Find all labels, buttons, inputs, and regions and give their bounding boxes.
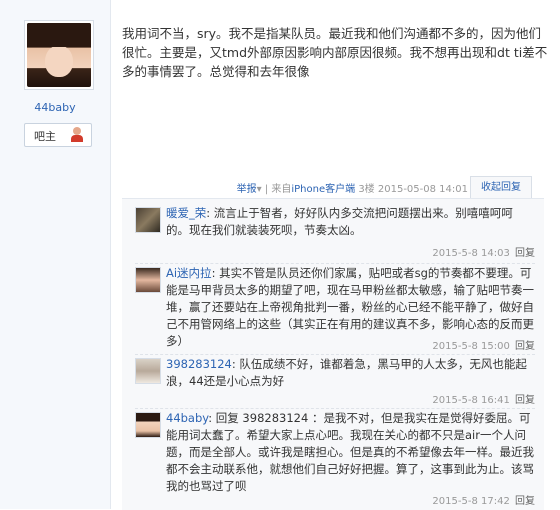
from-prefix: | 来自 xyxy=(264,184,292,195)
moderator-badge: 吧主 xyxy=(24,123,92,147)
comment-text: 其实不管是队员还你们家属，贴吧或者sg的节奏都不要理。可能是马甲背员太多的期望了… xyxy=(166,266,534,348)
comment-time: 2015-5-8 15:00 xyxy=(432,341,510,352)
comment-body: 44baby: 回复 398283124 ：是我不对，但是我实在是觉得好委屈。可… xyxy=(166,411,534,493)
comment-author-link[interactable]: 398283124 xyxy=(166,357,232,371)
moderator-icon xyxy=(70,127,84,142)
comment-author-link[interactable]: 暖爱_荣 xyxy=(166,206,206,220)
comment-footer: 2015-5-8 17:42 回复 xyxy=(432,492,535,507)
comment-footer: 2015-5-8 16:41 回复 xyxy=(432,391,535,406)
comment-item: 398283124: 队伍成绩不好，谁都着急，黑马甲的人太多，无风也能起浪，44… xyxy=(135,354,535,409)
comment-body: 398283124: 队伍成绩不好，谁都着急，黑马甲的人太多，无风也能起浪，44… xyxy=(166,357,527,388)
comment-text: 回复 398283124 ：是我不对，但是我实在是觉得好委屈。可能用词太蠢了。希… xyxy=(166,411,534,493)
comment-body: 暖爱_荣: 流言止于智者，好好队内多交流把问题摆出来。别嘻嘻呵呵的。现在我们就装… xyxy=(166,206,513,237)
post-datetime: 2015-05-08 14:01 xyxy=(377,184,468,195)
post-content: 我用词不当，sry。我不是指某队员。最近我和他们沟通都不多的，因为他们很忙。主要… xyxy=(122,26,548,79)
comment-avatar[interactable] xyxy=(135,267,161,293)
comment-author-link[interactable]: Ai迷内拉 xyxy=(166,266,212,280)
comment-footer: 2015-5-8 15:00 回复 xyxy=(432,337,535,352)
author-avatar[interactable] xyxy=(24,20,94,90)
comment-item: 44baby: 回复 398283124 ：是我不对，但是我实在是觉得好委屈。可… xyxy=(135,408,535,508)
avatar-image xyxy=(27,23,91,87)
comment-text: 流言止于智者，好好队内多交流把问题摆出来。别嘻嘻呵呵的。现在我们就装装死呗，节奏… xyxy=(166,206,513,237)
report-link[interactable]: 举报 xyxy=(237,184,257,195)
comment-reply-link[interactable]: 回复 xyxy=(515,395,535,406)
comment-reply-link[interactable]: 回复 xyxy=(515,248,535,259)
post-tail: 举报▾ | 来自iPhone客户端 3楼 2015-05-08 14:01 收起… xyxy=(122,176,550,199)
comment-time: 2015-5-8 14:03 xyxy=(432,248,510,259)
post-meta: 举报▾ | 来自iPhone客户端 3楼 2015-05-08 14:01 xyxy=(237,180,468,195)
comment-item: 暖爱_荣: 流言止于智者，好好队内多交流把问题摆出来。别嘻嘻呵呵的。现在我们就装… xyxy=(135,203,535,264)
comment-footer: 2015-5-8 14:03 回复 xyxy=(432,244,535,259)
comment-item: Ai迷内拉: 其实不管是队员还你们家属，贴吧或者sg的节奏都不要理。可能是马甲背… xyxy=(135,263,535,355)
comment-list: 暖爱_荣: 流言止于智者，好好队内多交流把问题摆出来。别嘻嘻呵呵的。现在我们就装… xyxy=(122,198,544,510)
comment-avatar[interactable] xyxy=(135,412,161,438)
badge-label: 吧主 xyxy=(34,130,56,143)
collapse-replies-button[interactable]: 收起回复 xyxy=(470,176,532,199)
comment-reply-link[interactable]: 回复 xyxy=(515,496,535,507)
client-link[interactable]: iPhone客户端 xyxy=(291,184,355,195)
author-username[interactable]: 44baby xyxy=(0,101,110,114)
comment-reply-link[interactable]: 回复 xyxy=(515,341,535,352)
floor-number: 3楼 xyxy=(358,184,375,195)
comment-time: 2015-5-8 16:41 xyxy=(432,395,510,406)
comment-avatar[interactable] xyxy=(135,358,161,384)
report-arrow-icon: ▾ xyxy=(256,184,262,195)
comment-time: 2015-5-8 17:42 xyxy=(432,496,510,507)
comment-author-link[interactable]: 44baby xyxy=(166,411,208,425)
author-sidebar: 44baby 吧主 xyxy=(0,0,111,509)
scrollbar[interactable] xyxy=(554,0,560,509)
comment-avatar[interactable] xyxy=(135,207,161,233)
